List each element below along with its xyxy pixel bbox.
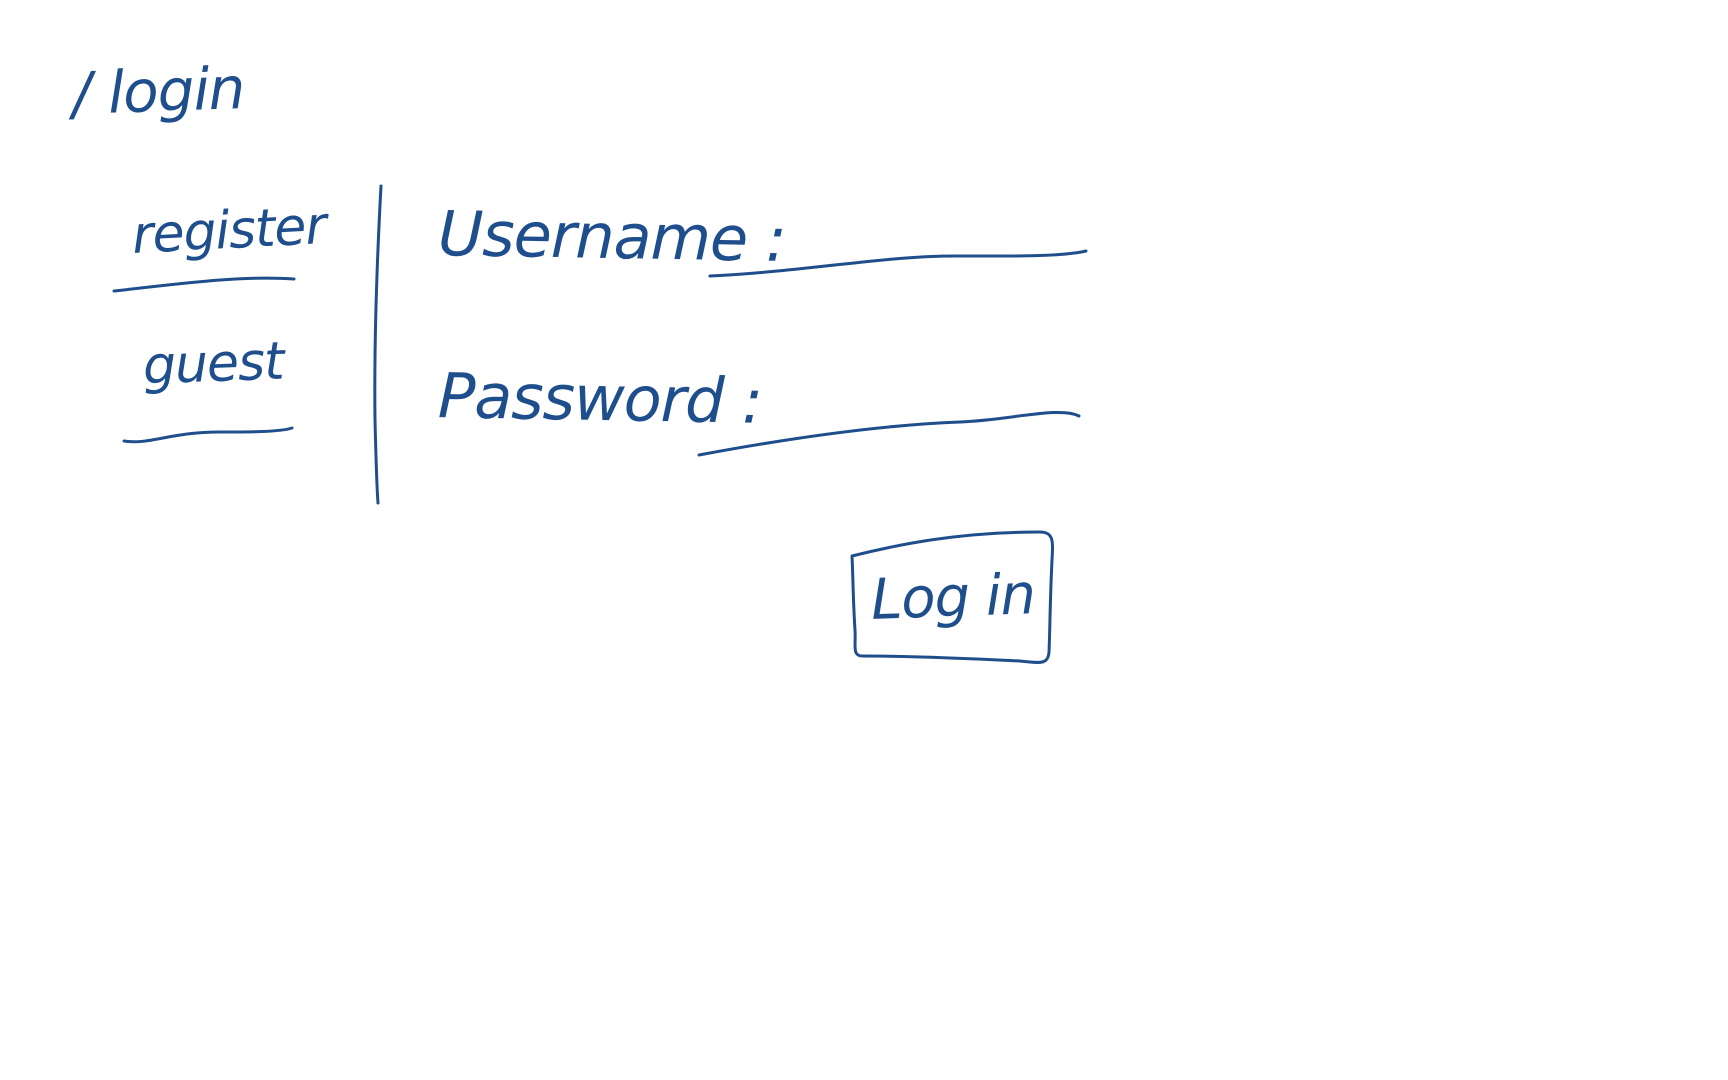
vertical-divider	[373, 184, 383, 505]
login-button[interactable]: Log in	[850, 532, 1056, 662]
guest-underline	[122, 426, 294, 444]
login-button-label: Log in	[869, 561, 1037, 633]
username-input[interactable]	[712, 220, 1086, 266]
sidebar-item-guest[interactable]: guest	[142, 332, 284, 397]
page-route-title: / login	[70, 54, 246, 128]
register-underline	[112, 276, 296, 293]
password-input[interactable]	[702, 398, 1081, 444]
sidebar-item-register[interactable]: register	[131, 196, 328, 266]
